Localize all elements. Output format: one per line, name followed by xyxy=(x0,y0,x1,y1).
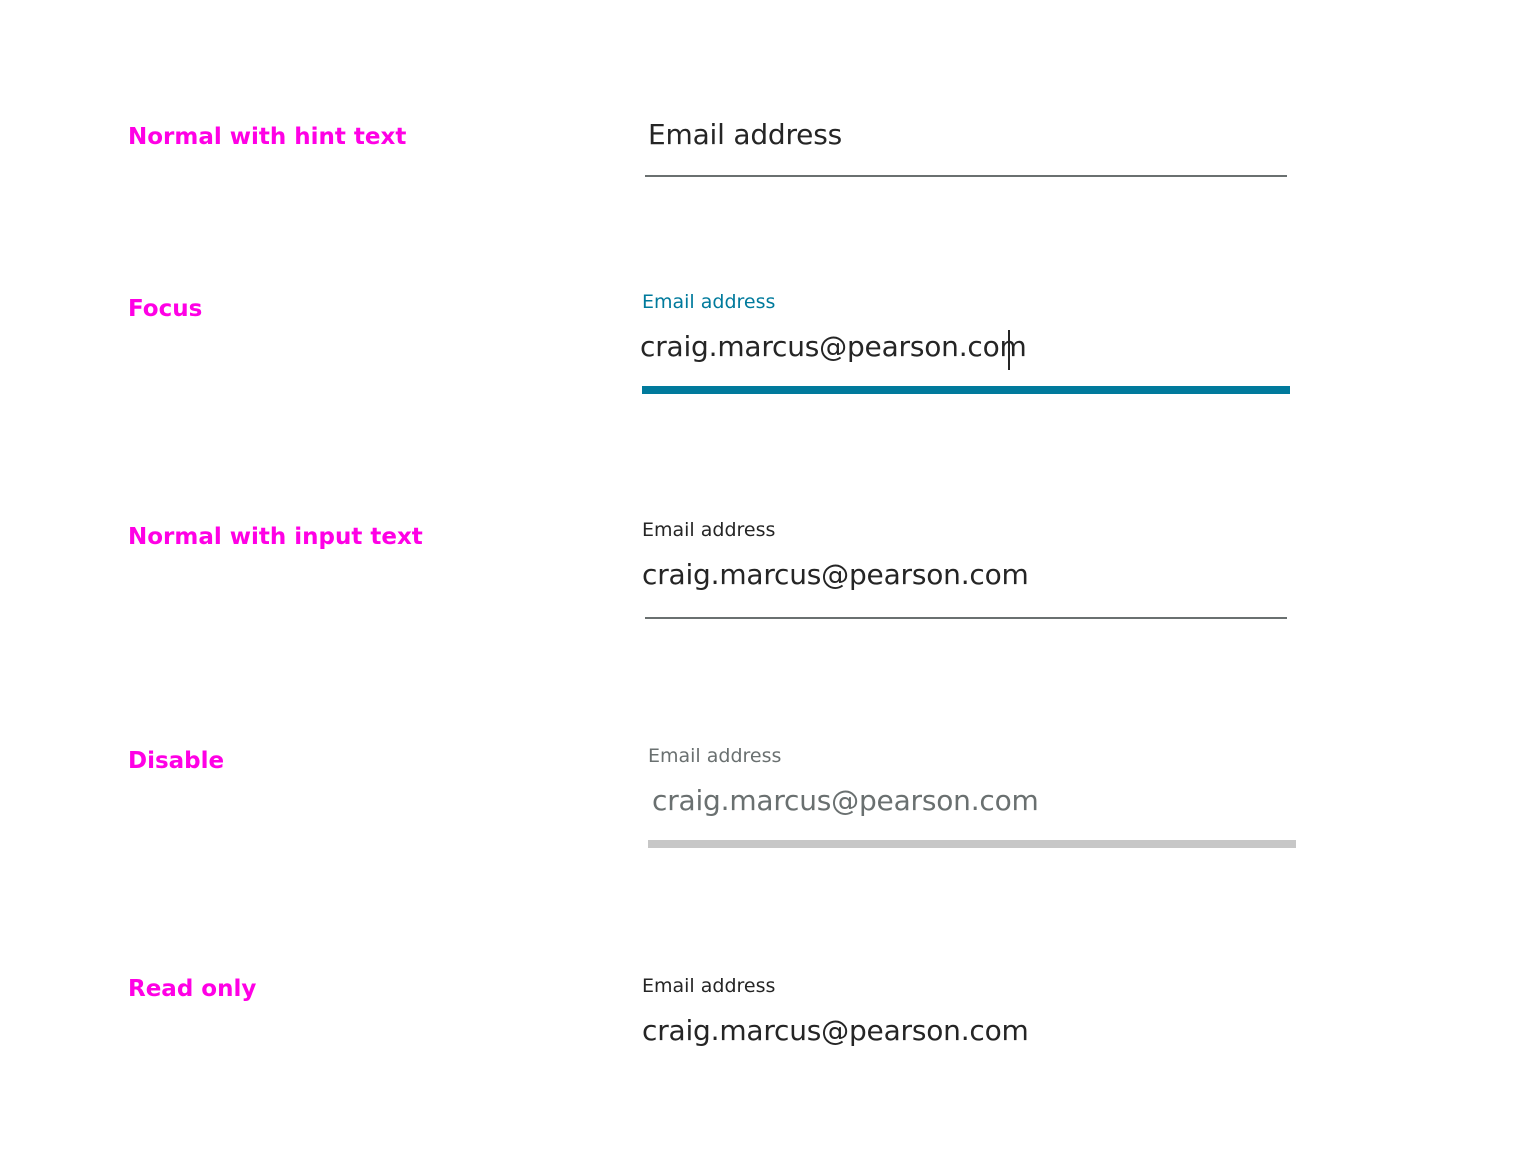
email-field-label: Email address xyxy=(642,975,776,997)
state-label-disable: Disable xyxy=(128,748,225,774)
email-field-label: Email address xyxy=(648,745,782,767)
state-label-focus: Focus xyxy=(128,296,203,322)
text-cursor xyxy=(1008,330,1010,370)
state-label-read-only: Read only xyxy=(128,976,257,1002)
email-field-label: Email address xyxy=(642,291,776,313)
email-input-value[interactable]: craig.marcus@pearson.com xyxy=(640,330,1027,364)
email-input-value-disabled: craig.marcus@pearson.com xyxy=(652,784,1039,817)
email-field-label: Email address xyxy=(642,519,776,541)
email-input-value[interactable]: craig.marcus@pearson.com xyxy=(642,558,1029,592)
email-read-only-value: craig.marcus@pearson.com xyxy=(642,1014,1029,1047)
state-label-normal-hint: Normal with hint text xyxy=(128,124,407,150)
email-hint-text: Email address xyxy=(648,118,842,151)
email-field-focus-underline xyxy=(642,386,1290,394)
email-field-underline xyxy=(645,617,1287,619)
state-label-normal-input: Normal with input text xyxy=(128,524,423,550)
email-field-disabled-underline xyxy=(648,840,1296,848)
email-field-underline xyxy=(645,175,1287,177)
